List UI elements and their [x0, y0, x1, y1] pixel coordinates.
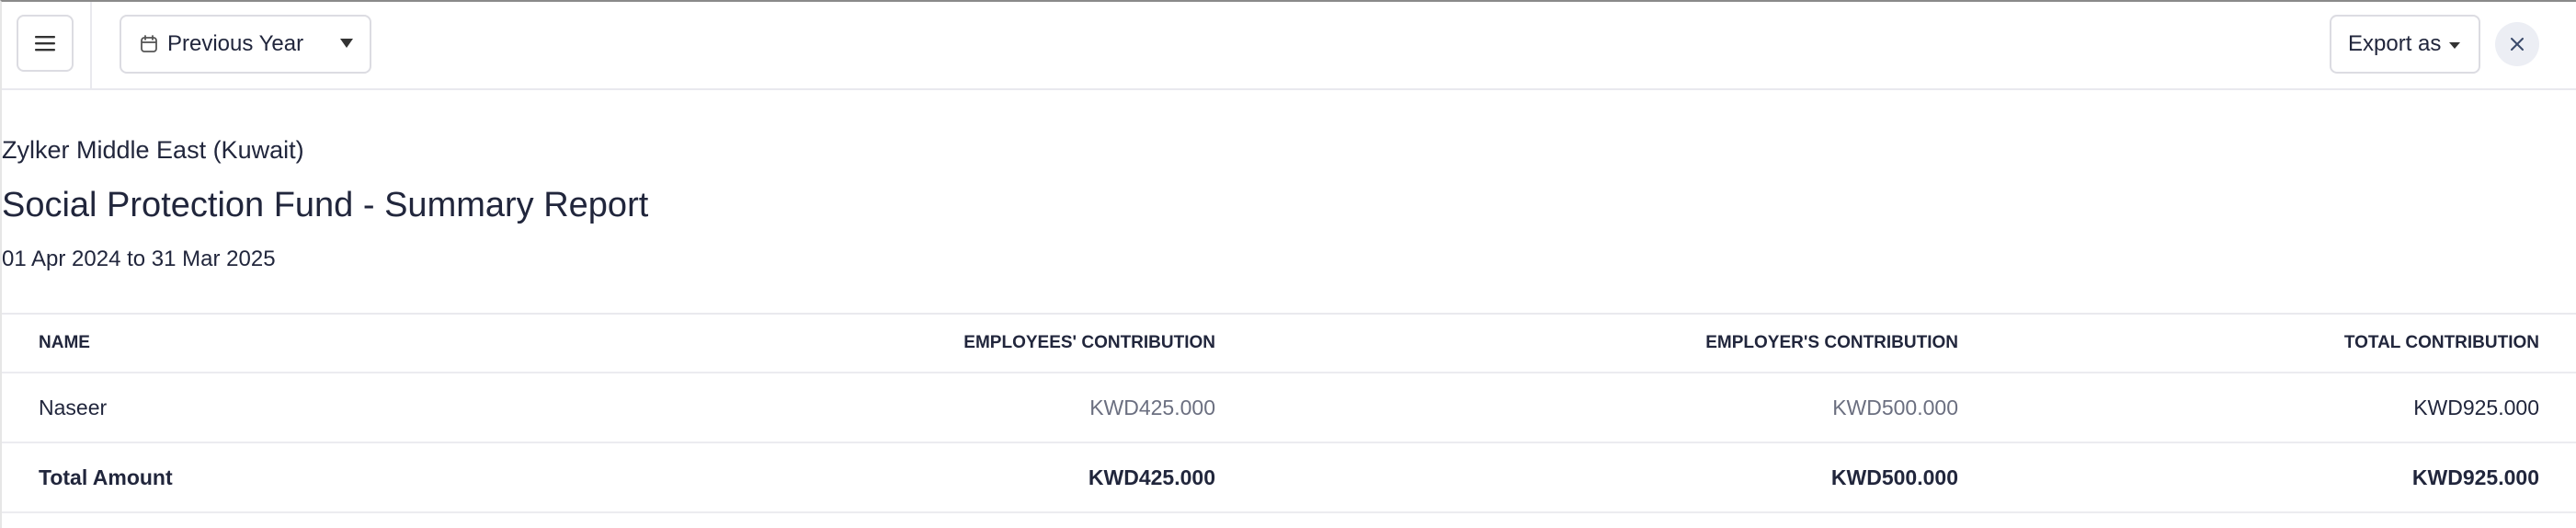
organization-name: Zylker Middle East (Kuwait)	[2, 136, 304, 164]
total-contribution-sum: KWD925.000	[1958, 442, 2576, 513]
employees-contribution-value: KWD425.000	[553, 373, 1215, 443]
table-row: Naseer KWD425.000 KWD500.000 KWD925.000	[2, 373, 2576, 443]
total-label: Total Amount	[2, 442, 553, 513]
menu-button[interactable]	[17, 15, 74, 72]
column-header-total-contribution: TOTAL CONTRIBUTION	[1958, 315, 2576, 373]
contribution-table: NAME EMPLOYEES' CONTRIBUTION EMPLOYER'S …	[2, 315, 2576, 513]
report-window: Previous Year Export as Zylker Middle Ea…	[0, 0, 2576, 528]
caret-down-icon	[2449, 42, 2460, 49]
table-header-row: NAME EMPLOYEES' CONTRIBUTION EMPLOYER'S …	[2, 315, 2576, 373]
close-button[interactable]	[2495, 22, 2539, 66]
export-label: Export as	[2348, 31, 2442, 56]
employee-name: Naseer	[2, 373, 553, 443]
employer-contribution-value: KWD500.000	[1215, 373, 1958, 443]
total-employer-contribution: KWD500.000	[1215, 442, 1958, 513]
close-icon	[2511, 38, 2524, 51]
export-as-button[interactable]: Export as	[2330, 15, 2480, 74]
toolbar-divider	[90, 2, 92, 88]
calendar-icon	[141, 35, 157, 52]
hamburger-menu-icon	[35, 36, 55, 52]
period-selector[interactable]: Previous Year	[120, 15, 371, 74]
total-row: Total Amount KWD425.000 KWD500.000 KWD92…	[2, 442, 2576, 513]
toolbar: Previous Year Export as	[2, 2, 2576, 90]
report-date-range: 01 Apr 2024 to 31 Mar 2025	[2, 247, 276, 271]
total-contribution-value: KWD925.000	[1958, 373, 2576, 443]
caret-down-icon	[340, 39, 353, 48]
column-header-name: NAME	[2, 315, 553, 373]
column-header-employees-contribution: EMPLOYEES' CONTRIBUTION	[553, 315, 1215, 373]
period-label: Previous Year	[167, 31, 304, 56]
total-employees-contribution: KWD425.000	[553, 442, 1215, 513]
column-header-employer-contribution: EMPLOYER'S CONTRIBUTION	[1215, 315, 1958, 373]
report-title: Social Protection Fund - Summary Report	[2, 186, 649, 224]
